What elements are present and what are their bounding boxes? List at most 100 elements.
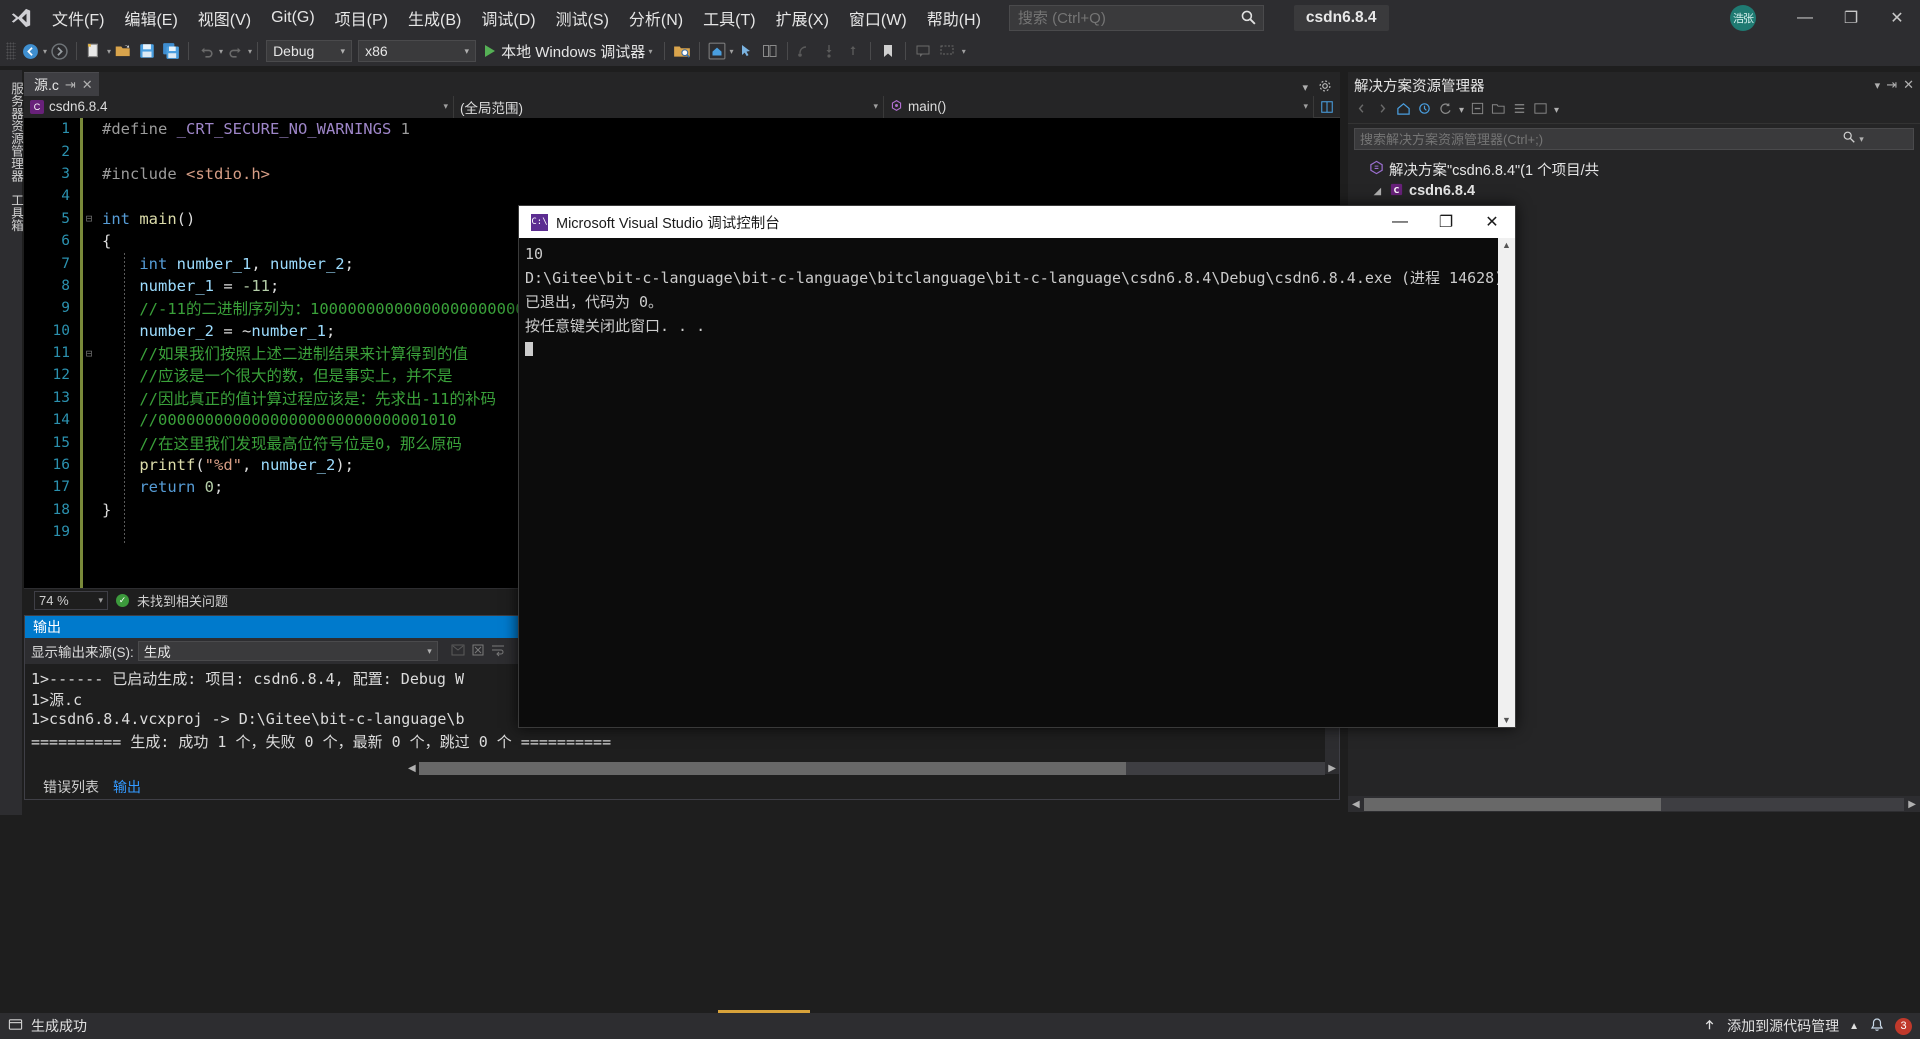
menu-debug[interactable]: 调试(D) [471,0,545,36]
global-search[interactable] [1008,5,1264,31]
navbar-scope-combo[interactable]: (全局范围) ▾ [454,95,884,118]
expander-icon[interactable]: ◢ [1374,186,1384,197]
se-hscroll-thumb[interactable] [1363,797,1662,811]
solution-platform-combo[interactable]: x86 ▾ [358,40,477,62]
search-icon[interactable] [1842,130,1856,149]
chevron-down-icon[interactable]: ▾ [443,101,448,112]
show-all-files-icon[interactable] [1491,101,1506,121]
solution-explorer-hscrollbar[interactable]: ◀ ▶ [1348,796,1920,812]
menu-view[interactable]: 视图(V) [188,0,261,36]
menu-file[interactable]: 文件(F) [42,0,114,36]
properties-icon[interactable] [1512,101,1527,121]
output-horizontal-scrollbar[interactable]: ◀ ▶ [405,761,1339,775]
save-icon[interactable] [135,39,159,63]
output-source-combo[interactable]: 生成 ▾ [137,641,438,661]
forward-icon[interactable] [1375,101,1390,121]
clear-output-icon[interactable] [470,642,486,661]
active-project-chip[interactable]: csdn6.8.4 [1293,5,1389,31]
console-output[interactable]: 10 D:\Gitee\bit-c-language\bit-c-languag… [519,238,1515,727]
toolbar-grip[interactable] [6,42,16,60]
menu-build[interactable]: 生成(B) [398,0,471,36]
chevron-down-icon[interactable]: ▾ [1859,134,1864,145]
solution-explorer-search[interactable]: ▾ [1354,128,1914,150]
attach-to-process-icon[interactable] [670,39,694,63]
window-layout-icon[interactable] [758,39,782,63]
upload-icon[interactable] [1702,1017,1717,1035]
scroll-up-icon[interactable]: ▲ [1502,238,1511,252]
menu-tools[interactable]: 工具(T) [693,0,765,36]
toolbar-overflow-caret-icon[interactable]: ▾ [1554,105,1559,116]
solution-tree-node-project[interactable]: ◢ C csdn6.8.4 [1348,180,1920,202]
chevron-down-icon[interactable]: ▾ [341,46,346,57]
toggle-wordwrap-icon[interactable] [490,642,506,661]
bookmark-icon[interactable] [876,39,900,63]
solution-search-input[interactable] [1360,131,1843,147]
chevron-down-icon[interactable]: ▾ [465,46,470,57]
debug-console-window[interactable]: C:\ Microsoft Visual Studio 调试控制台 — ❐ ✕ … [518,205,1516,728]
notification-count-badge[interactable]: 3 [1895,1017,1912,1035]
cursor-pointer-icon[interactable] [734,39,758,63]
solution-tree-node-solution[interactable]: 解决方案"csdn6.8.4"(1 个项目/共 [1348,158,1920,180]
source-control-text[interactable]: 添加到源代码管理 [1727,1016,1839,1036]
menu-git[interactable]: Git(G) [261,0,325,36]
collapse-all-icon[interactable] [1470,101,1485,121]
zoom-level-combo[interactable]: 74 % ▾ [34,591,108,610]
chevron-down-icon[interactable]: ▾ [1459,105,1464,116]
open-file-icon[interactable] [111,39,135,63]
close-button[interactable]: ✕ [1874,0,1920,36]
menu-edit[interactable]: 编辑(E) [114,0,187,36]
tab-output[interactable]: 输出 [107,775,147,799]
scroll-left-icon[interactable]: ◀ [1348,799,1364,810]
back-icon[interactable] [1354,101,1369,121]
home-window-icon[interactable] [705,39,729,63]
navbar-member-combo[interactable]: main() ▾ [884,95,1314,118]
menu-project[interactable]: 项目(P) [325,0,398,36]
console-minimize-button[interactable]: — [1377,206,1423,238]
solution-configuration-combo[interactable]: Debug ▾ [266,40,353,62]
pin-icon[interactable]: ⇥ [1886,77,1897,93]
maximize-button[interactable]: ❐ [1828,0,1874,36]
menu-window[interactable]: 窗口(W) [839,0,917,36]
console-close-button[interactable]: ✕ [1469,206,1515,238]
menu-extensions[interactable]: 扩展(X) [766,0,839,36]
new-item-icon[interactable] [82,39,106,63]
toolbar-overflow-caret[interactable]: ▾ [960,47,966,56]
refresh-icon[interactable] [1438,101,1453,121]
pin-icon[interactable]: ⇥ [65,77,76,93]
scroll-right-icon[interactable]: ▶ [1325,763,1339,774]
console-vertical-scrollbar[interactable]: ▲ ▼ [1498,238,1515,727]
document-tab-source-c[interactable]: 源.c ⇥ ✕ [24,72,99,96]
output-hscroll-track[interactable] [418,761,1326,775]
editor-settings-icon[interactable] [1318,79,1332,96]
avatar[interactable]: 浩张 [1730,5,1756,31]
home-icon[interactable] [1396,101,1411,121]
split-editor-icon[interactable] [1314,100,1340,114]
scroll-right-icon[interactable]: ▶ [1904,799,1920,810]
chevron-down-icon[interactable]: ▾ [873,101,878,112]
output-hscroll-thumb[interactable] [418,761,1126,775]
menu-help[interactable]: 帮助(H) [917,0,991,36]
pending-changes-icon[interactable] [1417,101,1432,121]
tab-list-caret-icon[interactable]: ▾ [1302,81,1308,94]
menu-analyze[interactable]: 分析(N) [619,0,693,36]
start-debugging-button[interactable]: 本地 Windows 调试器 ▾ [479,39,658,63]
chevron-down-icon[interactable]: ▾ [427,646,432,657]
search-input[interactable] [1017,9,1228,27]
close-icon[interactable]: ✕ [1903,77,1914,93]
save-all-icon[interactable] [159,39,183,63]
scroll-left-icon[interactable]: ◀ [405,763,419,774]
close-icon[interactable]: ✕ [82,77,93,93]
navigate-backward-icon[interactable] [18,39,42,63]
minimize-button[interactable]: — [1782,0,1828,36]
pane-menu-caret-icon[interactable]: ▾ [1875,79,1881,92]
navbar-project-combo[interactable]: C csdn6.8.4 ▾ [24,95,454,118]
menu-test[interactable]: 测试(S) [546,0,619,36]
debug-target-caret[interactable]: ▾ [646,47,652,56]
console-maximize-button[interactable]: ❐ [1423,206,1469,238]
chevron-down-icon[interactable]: ▾ [1303,101,1308,112]
scroll-down-icon[interactable]: ▼ [1502,713,1511,727]
source-control-caret-icon[interactable]: ▲ [1849,1021,1859,1032]
tab-error-list[interactable]: 错误列表 [37,775,105,799]
navigate-forward-icon[interactable] [47,39,71,63]
bell-icon[interactable] [1869,1017,1885,1036]
